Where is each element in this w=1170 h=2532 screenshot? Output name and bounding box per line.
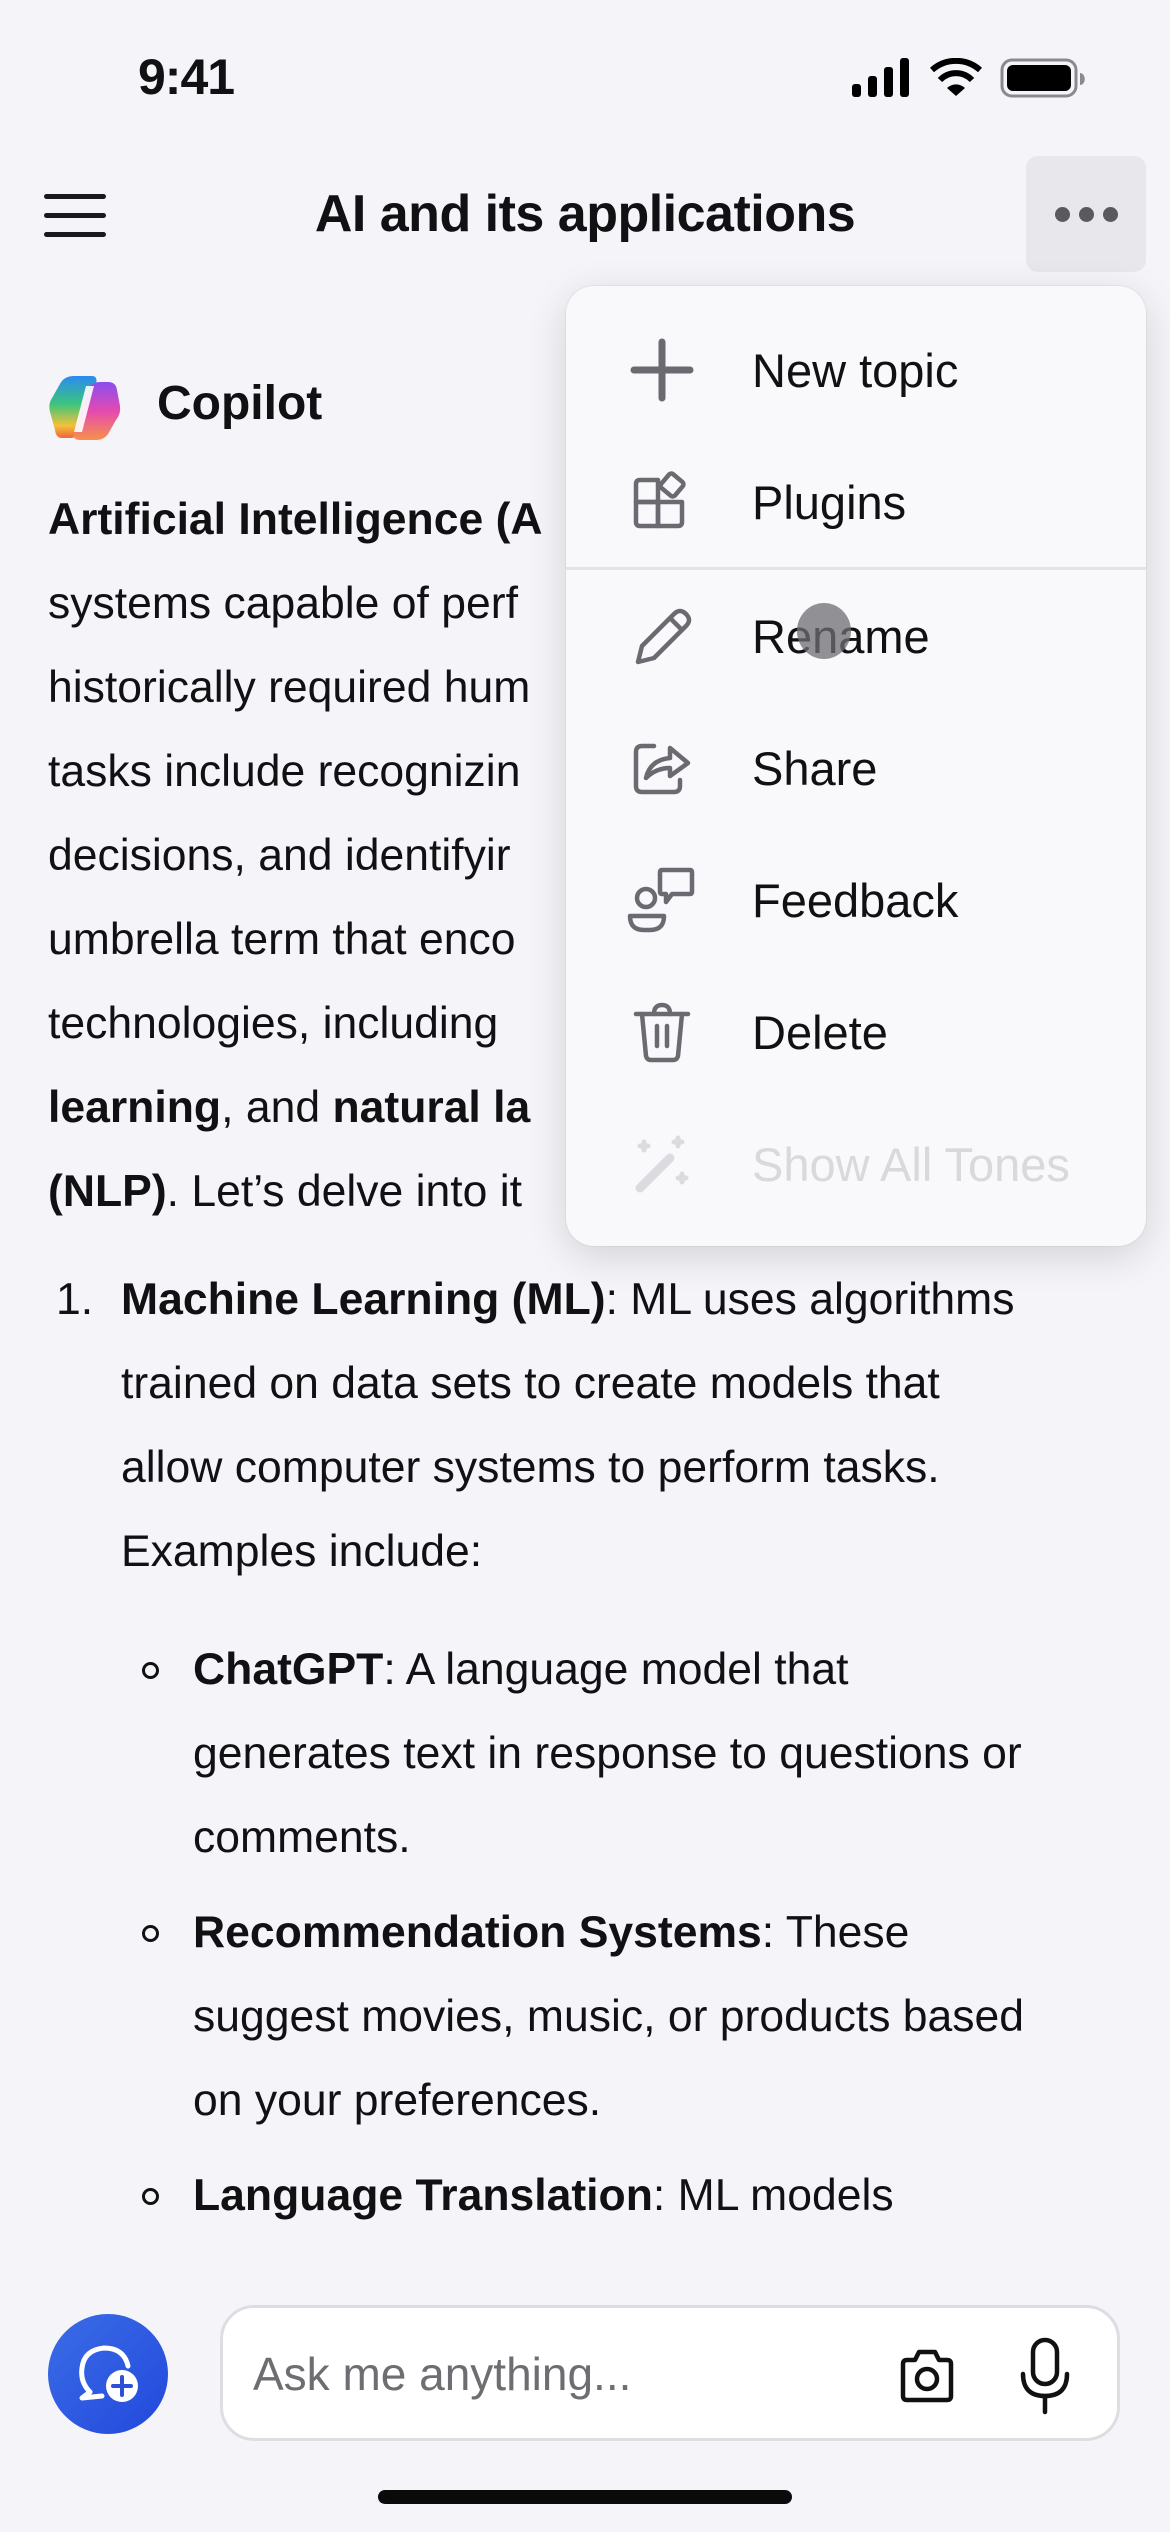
message-composer (220, 2305, 1120, 2441)
more-dot-icon (1102, 206, 1118, 222)
sub-item-line: Language Translation: ML models (193, 2154, 894, 2238)
status-icons (852, 58, 1085, 98)
menu-item-show-all-tones: Show All Tones (566, 1098, 1146, 1230)
text-run: technologies, including (48, 999, 499, 1048)
text-line: Artificial Intelligence (A (48, 478, 543, 562)
menu-item-label: Plugins (752, 475, 907, 529)
sub-item-line: comments. (193, 1796, 411, 1880)
menu-item-feedback[interactable]: Feedback (566, 834, 1146, 966)
list-item-line: Examples include: (121, 1510, 482, 1594)
list-item-line: Machine Learning (ML): ML uses algorithm… (121, 1258, 1014, 1342)
bold-text: natural la (332, 1083, 531, 1132)
text-run: comments. (193, 1813, 411, 1862)
text-line: tasks include recognizin (48, 730, 543, 814)
bold-text: Artificial Intelligence (A (48, 495, 543, 544)
sub-item-line: Recommendation Systems: These (193, 1891, 909, 1975)
feedback-icon (626, 864, 698, 936)
menu-item-share[interactable]: Share (566, 702, 1146, 834)
wifi-icon (930, 58, 982, 96)
bullet-icon (142, 1662, 159, 1679)
sub-item-line: ChatGPT: A language model that (193, 1628, 849, 1712)
menu-item-label: Delete (752, 1005, 888, 1059)
plugins-icon (626, 466, 698, 538)
new-chat-icon (79, 2345, 138, 2402)
menu-item-rename[interactable]: Rename (566, 570, 1146, 702)
text-run: allow computer systems to perform tasks. (121, 1443, 940, 1492)
bold-text: learning (48, 1083, 222, 1132)
more-options-button[interactable] (1026, 156, 1146, 272)
cellular-signal-icon (852, 58, 909, 97)
text-run: : A language model that (383, 1645, 849, 1694)
text-run: Examples include: (121, 1527, 483, 1576)
text-run: : These (761, 1908, 910, 1957)
new-chat-button[interactable] (48, 2314, 168, 2434)
menu-item-label: New topic (752, 343, 959, 397)
camera-icon (900, 2349, 954, 2403)
bold-text: ChatGPT (193, 1645, 384, 1694)
menu-item-delete[interactable]: Delete (566, 966, 1146, 1098)
text-run: tasks include recognizin (48, 747, 521, 796)
sub-item-line: on your preferences. (193, 2059, 601, 2143)
text-line: umbrella term that enco (48, 898, 543, 982)
bold-text: Recommendation Systems (193, 1908, 762, 1957)
menu-item-label: Rename (752, 609, 930, 663)
magic-wand-icon (626, 1128, 698, 1200)
list-number: 1. (56, 1275, 94, 1324)
text-run: : ML uses algorithms (605, 1275, 1015, 1324)
sub-item-line: generates text in response to questions … (193, 1712, 1022, 1796)
bullet-icon (142, 2188, 159, 2205)
bold-text: Language Translation (193, 2171, 653, 2220)
list-item-line: allow computer systems to perform tasks. (121, 1426, 940, 1510)
trash-icon (626, 996, 698, 1068)
menu-item-plugins[interactable]: Plugins (566, 436, 1146, 568)
text-run: systems capable of perf (48, 579, 518, 628)
status-time: 9:41 (138, 49, 235, 105)
microphone-icon (1020, 2337, 1070, 2415)
text-line: technologies, including (48, 982, 543, 1066)
text-run: , and (221, 1083, 333, 1132)
text-run: on your preferences. (193, 2076, 602, 2125)
pencil-icon (626, 600, 698, 672)
text-line: learning, and natural la (48, 1066, 543, 1150)
text-run: suggest movies, music, or products based (193, 1992, 1025, 2041)
overflow-menu: New topic Plugins Rename Share Feedback … (566, 286, 1146, 1246)
text-run: generates text in response to questions … (193, 1729, 1022, 1778)
text-line: (NLP). Let’s delve into it (48, 1150, 543, 1234)
conversation-title: AI and its applications (314, 185, 856, 243)
text-run: umbrella term that enco (48, 915, 516, 964)
bold-text: (NLP) (48, 1167, 167, 1216)
text-run: historically required hum (48, 663, 531, 712)
more-dot-icon (1078, 206, 1094, 222)
text-run: trained on data sets to create models th… (121, 1359, 940, 1408)
copilot-logo-icon (49, 376, 121, 440)
bold-text: Machine Learning (ML) (121, 1275, 606, 1324)
menu-item-label: Share (752, 741, 878, 795)
text-line: decisions, and identifyir (48, 814, 543, 898)
menu-item-label: Show All Tones (752, 1137, 1070, 1191)
hamburger-line (44, 213, 106, 218)
camera-button[interactable] (895, 2344, 959, 2408)
hamburger-menu-button[interactable] (44, 192, 106, 240)
menu-item-new-topic[interactable]: New topic (566, 304, 1146, 436)
bullet-icon (142, 1925, 159, 1942)
plus-icon (626, 334, 698, 406)
home-indicator (378, 2490, 792, 2504)
battery-icon (1000, 58, 1085, 98)
text-run: decisions, and identifyir (48, 831, 511, 880)
text-line: historically required hum (48, 646, 543, 730)
text-run: . Let’s delve into it (166, 1167, 523, 1216)
sub-item-line: suggest movies, music, or products based (193, 1975, 1024, 2059)
text-run: : ML models (652, 2171, 894, 2220)
message-input[interactable] (253, 2336, 853, 2412)
text-line: systems capable of perf (48, 562, 543, 646)
hamburger-line (44, 194, 106, 199)
hamburger-line (44, 232, 106, 237)
more-dot-icon (1054, 206, 1070, 222)
message-paragraph: Artificial Intelligence (A systems capabl… (48, 478, 543, 1234)
microphone-button[interactable] (1015, 2336, 1075, 2416)
menu-item-label: Feedback (752, 873, 959, 927)
share-icon (626, 732, 698, 804)
sender-name: Copilot (157, 377, 323, 430)
list-item-line: trained on data sets to create models th… (121, 1342, 940, 1426)
